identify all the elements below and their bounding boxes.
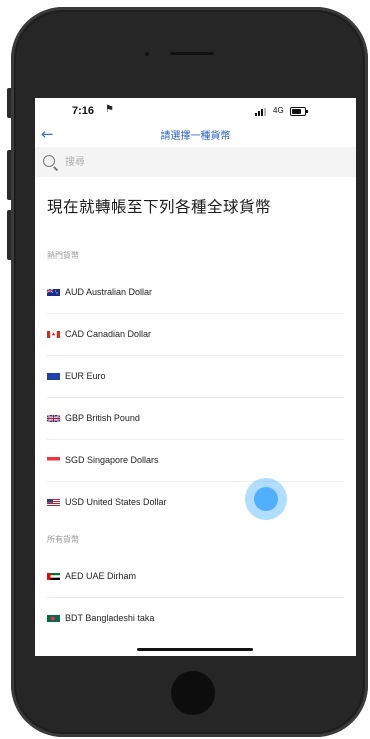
status-bar: 7:16 ⚑ 4G — [35, 98, 356, 124]
currency-row-gbp[interactable]: GBP British Pound — [47, 397, 344, 440]
home-indicator — [137, 648, 253, 651]
section-all-label: 所有貨幣 — [47, 535, 79, 544]
currency-row-sgd[interactable]: SGD Singapore Dollars — [47, 439, 344, 482]
currency-label: CAD Canadian Dollar — [65, 329, 152, 339]
nav-header: ← 請選擇一種貨幣 — [35, 124, 356, 146]
search-bar[interactable] — [35, 147, 356, 177]
page-title: 請選擇一種貨幣 — [160, 131, 231, 142]
home-button[interactable] — [171, 671, 215, 715]
eu-flag-icon — [47, 373, 60, 380]
currency-label: USD United States Dollar — [65, 497, 167, 507]
screen: 7:16 ⚑ 4G ← 請選擇一種貨幣 現在就轉帳至下列各種全球貨幣 熱門貨幣 … — [35, 98, 356, 656]
currency-row-bdt[interactable]: BDT Bangladeshi taka — [47, 597, 344, 639]
currency-row-cad[interactable]: CAD Canadian Dollar — [47, 313, 344, 356]
us-flag-icon — [47, 499, 60, 506]
location-icon: ⚑ — [105, 104, 114, 115]
battery-icon — [290, 107, 308, 116]
currency-label: AED UAE Dirham — [65, 571, 137, 581]
front-camera — [145, 52, 149, 56]
au-flag-icon — [47, 289, 60, 296]
currency-label: BDT Bangladeshi taka — [65, 613, 155, 623]
network-type: 4G — [273, 106, 284, 115]
ca-flag-icon — [47, 331, 60, 338]
headline: 現在就轉帳至下列各種全球貨幣 — [47, 198, 272, 216]
currency-label: AUD Australian Dollar — [65, 287, 153, 297]
currency-label: GBP British Pound — [65, 413, 140, 423]
earpiece-speaker — [170, 52, 214, 55]
touch-indicator — [245, 478, 287, 520]
bd-flag-icon — [47, 615, 60, 622]
signal-icon — [255, 108, 269, 116]
currency-row-eur[interactable]: EUR Euro — [47, 355, 344, 398]
currency-row-usd[interactable]: USD United States Dollar — [47, 481, 344, 523]
sg-flag-icon — [47, 457, 60, 464]
section-popular-label: 熱門貨幣 — [47, 251, 79, 260]
currency-row-aud[interactable]: AUD Australian Dollar — [47, 271, 344, 314]
ae-flag-icon — [47, 573, 60, 580]
currency-label: EUR Euro — [65, 371, 106, 381]
currency-label: SGD Singapore Dollars — [65, 455, 159, 465]
gb-flag-icon — [47, 415, 60, 422]
currency-row-aed[interactable]: AED UAE Dirham — [47, 555, 344, 598]
search-icon — [43, 155, 55, 167]
search-input[interactable] — [65, 153, 325, 171]
status-time: 7:16 — [72, 105, 95, 117]
